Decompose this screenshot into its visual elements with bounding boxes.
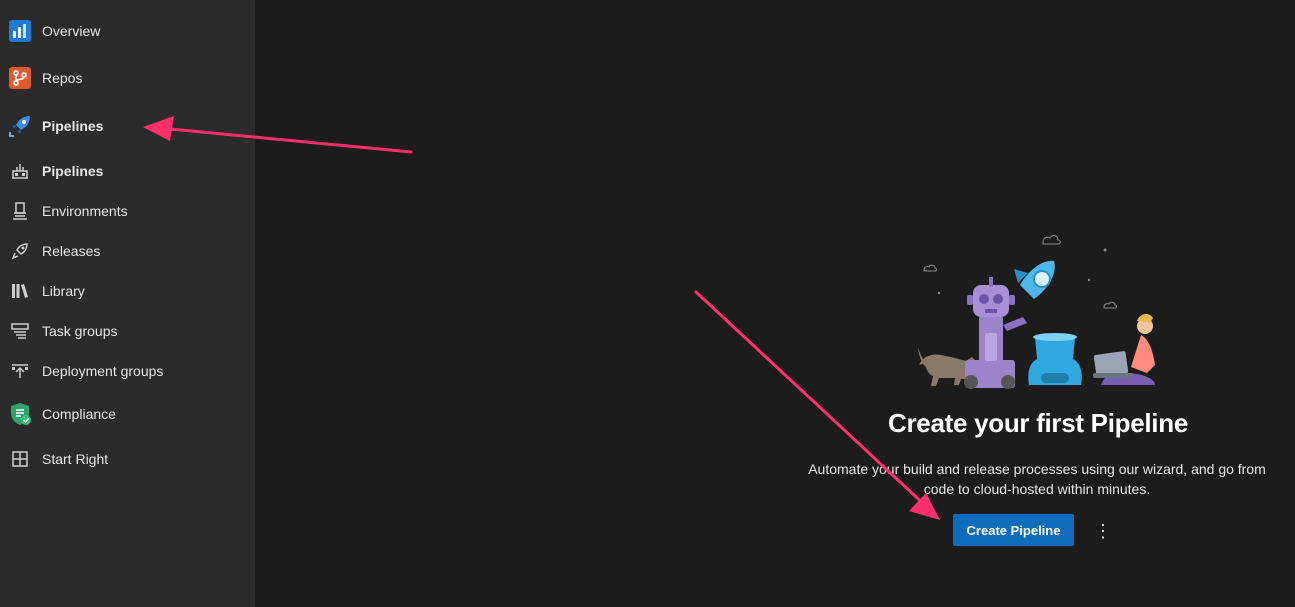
sidebar-item-overview[interactable]: Overview xyxy=(0,18,255,44)
sidebar-item-start-right[interactable]: Start Right xyxy=(0,448,255,470)
sidebar-item-label: Pipelines xyxy=(42,163,104,179)
page-title: Create your first Pipeline xyxy=(888,408,1188,438)
sidebar-item-label: Compliance xyxy=(42,406,116,422)
description-line: Automate your build and release processe… xyxy=(808,461,1266,477)
start-right-icon xyxy=(10,449,30,469)
description-line: code to cloud-hosted within minutes. xyxy=(923,481,1151,497)
library-icon xyxy=(10,281,30,301)
task-groups-icon xyxy=(10,321,30,341)
sidebar-item-label: Repos xyxy=(42,70,83,86)
environments-icon xyxy=(10,201,30,221)
compliance-shield-icon xyxy=(8,402,32,426)
sidebar-item-repos[interactable]: Repos xyxy=(0,65,255,91)
releases-icon xyxy=(10,241,30,261)
page-description: Automate your build and release processe… xyxy=(800,459,1274,499)
sidebar-item-label: Deployment groups xyxy=(42,363,164,379)
sidebar-item-label: Pipelines xyxy=(42,118,104,134)
sidebar-item-label: Overview xyxy=(42,23,101,39)
sidebar-item-pipelines[interactable]: Pipelines xyxy=(0,160,255,182)
sidebar-item-label: Task groups xyxy=(42,323,118,339)
sidebar-item-compliance[interactable]: Compliance xyxy=(0,400,255,428)
sidebar-item-pipelines-parent[interactable]: Pipelines xyxy=(0,112,255,140)
pipeline-hero-illustration xyxy=(918,235,1155,389)
repos-icon xyxy=(8,66,32,90)
sidebar-item-environments[interactable]: Environments xyxy=(0,200,255,222)
sidebar-item-library[interactable]: Library xyxy=(0,280,255,302)
sidebar-item-label: Library xyxy=(42,283,85,299)
sidebar-item-label: Start Right xyxy=(42,451,109,467)
create-pipeline-button[interactable]: Create Pipeline xyxy=(953,514,1074,546)
sidebar-item-releases[interactable]: Releases xyxy=(0,240,255,262)
sidebar-item-task-groups[interactable]: Task groups xyxy=(0,320,255,342)
overview-icon xyxy=(8,19,32,43)
pipelines-icon xyxy=(10,161,30,181)
more-options-button[interactable]: ⋮ xyxy=(1088,516,1116,544)
pipelines-rocket-icon xyxy=(8,114,32,138)
sidebar-item-label: Releases xyxy=(42,243,101,259)
sidebar: Overview Repos Pipelines Pipelines Envir… xyxy=(0,0,255,607)
sidebar-item-deployment-groups[interactable]: Deployment groups xyxy=(0,360,255,382)
sidebar-item-label: Environments xyxy=(42,203,128,219)
deployment-groups-icon xyxy=(10,361,30,381)
